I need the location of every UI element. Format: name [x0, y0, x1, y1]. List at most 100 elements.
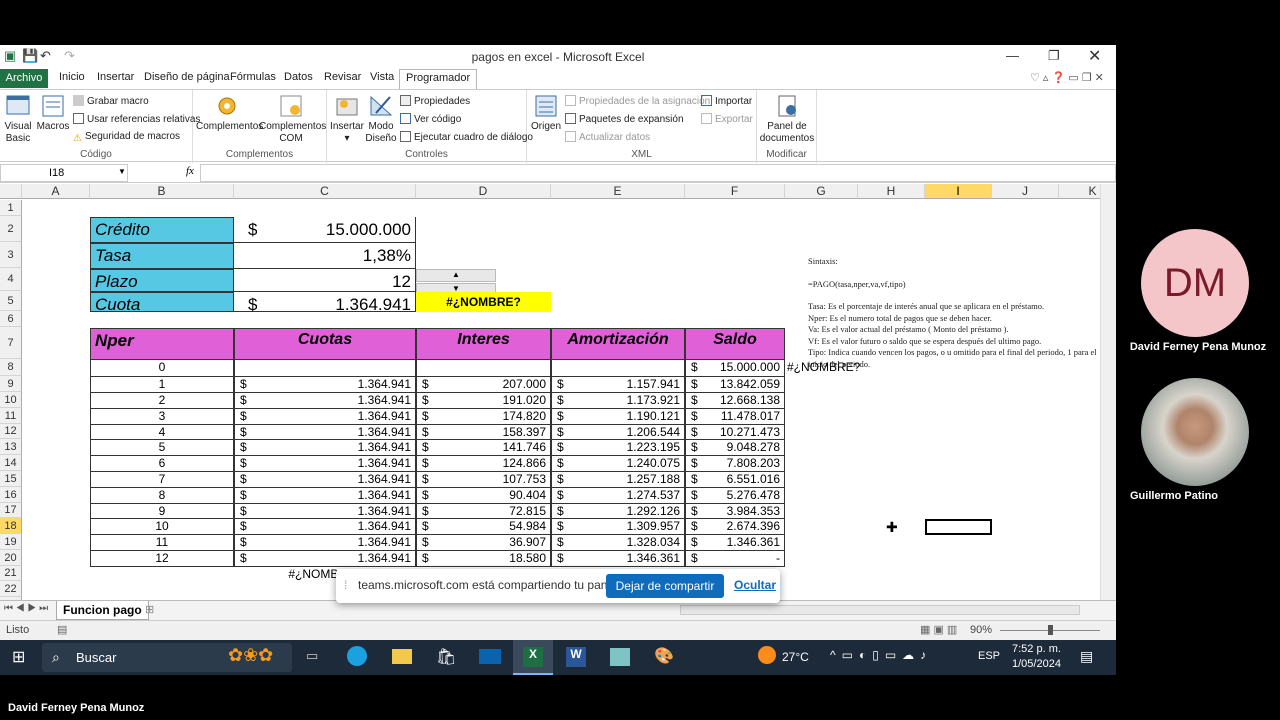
drag-handle-icon[interactable]: ⁞ — [344, 578, 347, 592]
notification-icon[interactable]: ▤ — [1080, 648, 1093, 665]
language-indicator[interactable]: ESP — [978, 650, 1000, 662]
tab-insertar[interactable]: Insertar — [97, 71, 134, 83]
column-header-j[interactable]: J — [992, 184, 1059, 199]
mail-icon[interactable] — [479, 649, 501, 664]
new-sheet-icon[interactable]: ⊞ — [145, 603, 154, 616]
row-header-12[interactable]: 12 — [0, 424, 22, 439]
table-cell[interactable]: 11 — [90, 535, 234, 551]
hide-link[interactable]: Ocultar — [734, 578, 776, 592]
table-cell[interactable]: 1.328.034 — [551, 535, 685, 551]
zoom-thumb[interactable] — [1048, 625, 1053, 635]
row-header-16[interactable]: 16 — [0, 487, 22, 503]
column-header-e[interactable]: E — [551, 184, 685, 199]
propiedades-button[interactable]: Propiedades — [400, 95, 470, 107]
tab-diseno[interactable]: Diseño de página — [144, 71, 230, 83]
table-cell[interactable]: 1.292.126 — [551, 504, 685, 519]
row-header-10[interactable]: 10 — [0, 392, 22, 408]
importar-button[interactable]: Importar — [701, 95, 752, 107]
table-cell[interactable]: 1.364.941 — [234, 425, 416, 440]
input-value-cuota[interactable]: 1.364.941 — [234, 292, 416, 312]
tab-revisar[interactable]: Revisar — [324, 71, 361, 83]
column-header-f[interactable]: F — [685, 184, 785, 199]
row-header-3[interactable]: 3 — [0, 242, 22, 268]
edge-icon[interactable] — [347, 646, 367, 666]
row-header-9[interactable]: 9 — [0, 376, 22, 392]
table-cell[interactable]: 6.551.016 — [685, 472, 785, 488]
complementos-com-button[interactable]: Complementos COM — [259, 93, 326, 145]
table-cell[interactable]: 3.984.353 — [685, 504, 785, 519]
table-cell[interactable]: 1 — [90, 377, 234, 393]
table-cell[interactable] — [416, 360, 551, 377]
input-value-tasa[interactable]: 1,38% — [234, 243, 416, 269]
table-cell[interactable]: 18.580 — [416, 551, 551, 567]
seguridad-macros-button[interactable]: ⚠ Seguridad de macros — [73, 131, 180, 144]
tab-programador[interactable]: Programador — [399, 69, 478, 89]
tab-datos[interactable]: Datos — [284, 71, 313, 83]
row-header-11[interactable]: 11 — [0, 408, 22, 424]
active-cell-i18[interactable] — [925, 519, 992, 535]
column-header-a[interactable]: A — [22, 184, 90, 199]
table-cell[interactable]: 8 — [90, 488, 234, 504]
formula-input[interactable] — [200, 164, 1116, 182]
select-all-corner[interactable] — [0, 184, 22, 199]
taskbar-search[interactable]: ⌕ Buscar ✿❀✿ — [42, 643, 292, 672]
column-header-d[interactable]: D — [416, 184, 551, 199]
table-cell[interactable]: 1.206.544 — [551, 425, 685, 440]
fx-icon[interactable]: fx — [186, 165, 194, 177]
table-cell[interactable]: 12.668.138 — [685, 393, 785, 409]
table-cell[interactable]: 1.364.941 — [234, 488, 416, 504]
exportar-button[interactable]: Exportar — [701, 113, 753, 125]
name-box[interactable]: I18 — [0, 164, 128, 182]
word-icon[interactable]: W — [566, 647, 586, 667]
table-cell[interactable]: 13.842.059 — [685, 377, 785, 393]
table-cell[interactable]: 72.815 — [416, 504, 551, 519]
referencias-relativas-button[interactable]: Usar referencias relativas — [73, 113, 200, 125]
row-header-14[interactable]: 14 — [0, 455, 22, 471]
store-icon[interactable]: 🛍 — [436, 647, 456, 667]
table-cell[interactable] — [551, 360, 685, 377]
propiedades-asignacion-button[interactable]: Propiedades de la asignación — [565, 95, 710, 107]
table-cell[interactable]: 1.364.941 — [234, 440, 416, 456]
error-cell-d5[interactable]: #¿NOMBRE? — [416, 292, 551, 312]
spinner-up-button[interactable]: ▲ — [416, 269, 496, 282]
table-cell[interactable]: 1.157.941 — [551, 377, 685, 393]
tab-formulas[interactable]: Fórmulas — [230, 71, 276, 83]
close-icon[interactable]: ✕ — [1088, 46, 1101, 66]
table-cell[interactable]: 0 — [90, 360, 234, 377]
notepad-icon[interactable] — [610, 648, 630, 666]
table-cell[interactable]: 1.364.941 — [234, 456, 416, 472]
table-cell[interactable]: 5 — [90, 440, 234, 456]
input-value-credito[interactable]: 15.000.000 — [234, 217, 416, 243]
row-header-22[interactable]: 22 — [0, 581, 22, 597]
macro-record-icon[interactable]: ▤ — [57, 623, 67, 636]
paquetes-expansion-button[interactable]: Paquetes de expansión — [565, 113, 684, 125]
table-cell[interactable]: 1.346.361 — [685, 535, 785, 551]
table-cell[interactable]: 1.364.941 — [234, 409, 416, 425]
paint-icon[interactable]: 🎨 — [654, 646, 674, 666]
table-cell[interactable]: 1.223.195 — [551, 440, 685, 456]
table-cell[interactable]: 9 — [90, 504, 234, 519]
table-cell[interactable]: 3 — [90, 409, 234, 425]
table-cell[interactable]: 1.364.941 — [234, 377, 416, 393]
table-cell[interactable]: 1.257.188 — [551, 472, 685, 488]
row-header-4[interactable]: 4 — [0, 268, 22, 291]
temperature[interactable]: 27°C — [782, 650, 809, 664]
panel-documentos-button[interactable]: Panel de documentos — [759, 93, 815, 145]
row-header-20[interactable]: 20 — [0, 550, 22, 566]
row-header-17[interactable]: 17 — [0, 503, 22, 518]
macros-button[interactable]: Macros — [36, 93, 70, 133]
column-header-i[interactable]: I — [925, 184, 992, 199]
clock-date[interactable]: 1/05/2024 — [1012, 658, 1061, 670]
ribbon-controls-icon[interactable]: ♡ ▵ ❓ ▭ ❐ ✕ — [1030, 71, 1104, 84]
table-cell[interactable]: 1.190.121 — [551, 409, 685, 425]
table-cell[interactable]: 174.820 — [416, 409, 551, 425]
table-cell[interactable]: 6 — [90, 456, 234, 472]
table-cell[interactable]: 7.808.203 — [685, 456, 785, 472]
restore-icon[interactable]: ❐ — [1048, 48, 1060, 64]
table-cell[interactable]: - — [685, 551, 785, 567]
row-header-1[interactable]: 1 — [0, 200, 22, 216]
complementos-button[interactable]: Complementos — [196, 93, 263, 133]
column-header-g[interactable]: G — [785, 184, 858, 199]
column-header-b[interactable]: B — [90, 184, 234, 199]
input-value-plazo[interactable]: 12 — [234, 269, 416, 292]
